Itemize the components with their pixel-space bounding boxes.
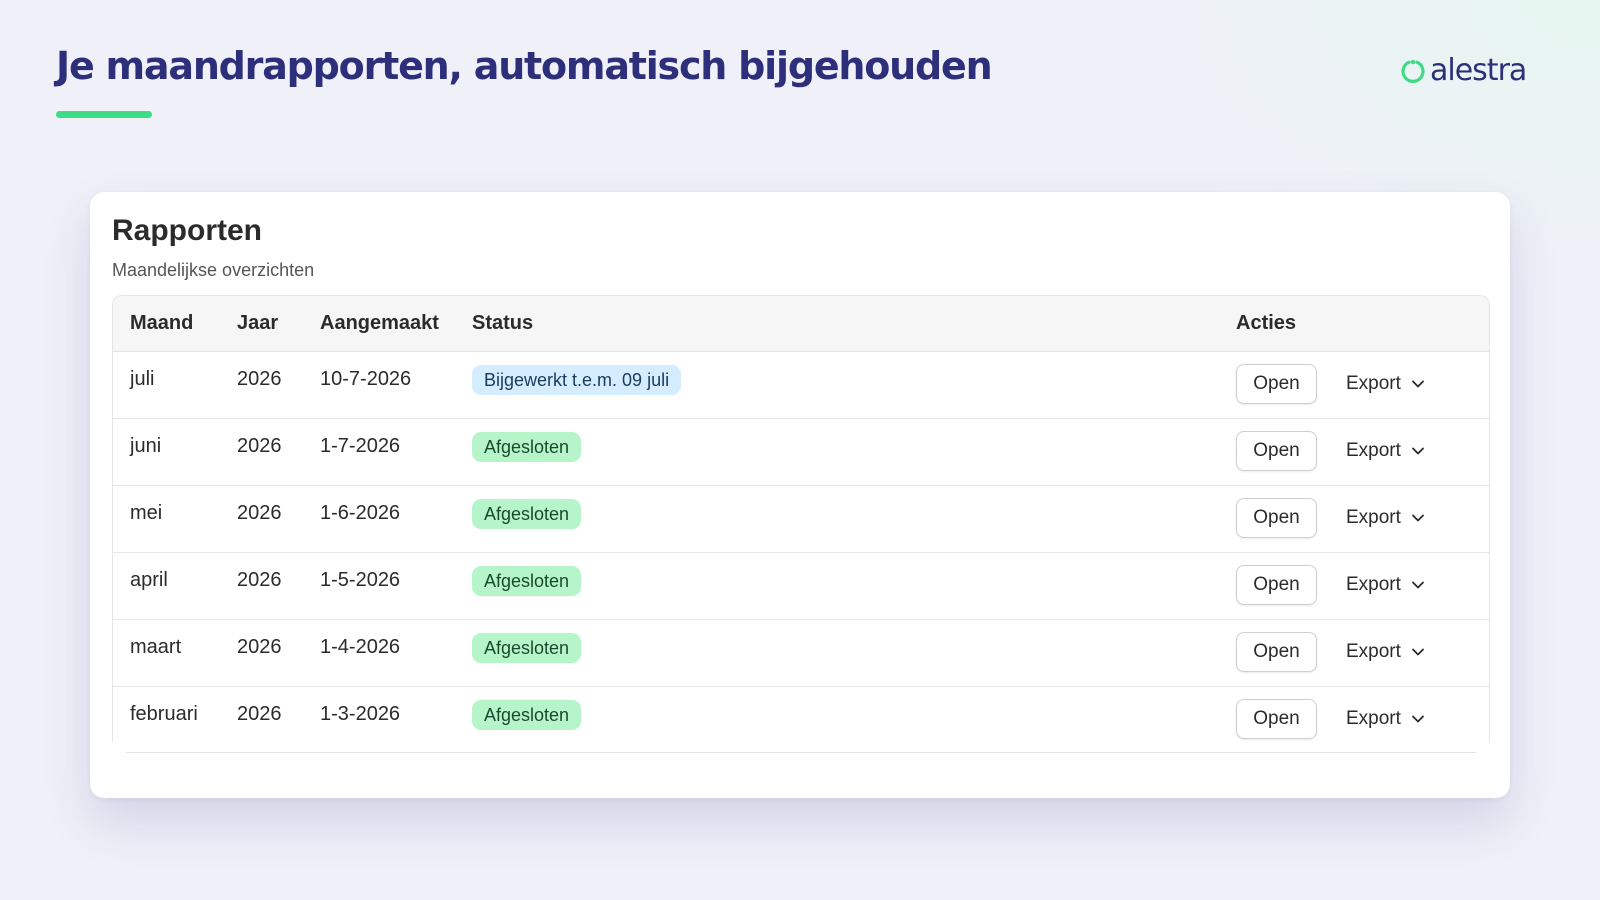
open-button[interactable]: Open (1236, 498, 1317, 538)
cell-year: 2026 (237, 502, 282, 524)
open-button[interactable]: Open (1236, 431, 1317, 471)
cell-created: 1-5-2026 (320, 569, 401, 591)
table-row: juli 2026 10-7-2026 Bijgewerkt t.e.m. 09… (113, 352, 1489, 419)
export-dropdown[interactable]: Export (1346, 699, 1425, 739)
open-button[interactable]: Open (1236, 565, 1317, 605)
status-badge: Afgesloten (472, 700, 582, 730)
cell-created: 1-4-2026 (320, 636, 401, 658)
cell-month: april (130, 569, 168, 591)
reports-table: Maand Jaar Aangemaakt Status Acties juli… (112, 295, 1490, 742)
table-row: april 2026 1-5-2026 Afgesloten Open Expo… (113, 553, 1489, 620)
cell-year: 2026 (237, 368, 282, 390)
export-dropdown[interactable]: Export (1346, 498, 1425, 538)
export-label: Export (1346, 574, 1401, 595)
export-label: Export (1346, 507, 1401, 528)
export-dropdown[interactable]: Export (1346, 431, 1425, 471)
title-underline (56, 111, 152, 118)
cell-month: juni (130, 435, 162, 457)
table-row: februari 2026 1-3-2026 Afgesloten Open E… (113, 687, 1489, 742)
brand-name: alestra (1430, 53, 1527, 88)
export-label: Export (1346, 373, 1401, 394)
open-button[interactable]: Open (1236, 632, 1317, 672)
chevron-down-icon (1412, 648, 1424, 656)
cell-year: 2026 (237, 435, 282, 457)
table-row: juni 2026 1-7-2026 Afgesloten Open Expor… (113, 419, 1489, 486)
header-actions: Acties (1236, 312, 1297, 334)
cell-created: 10-7-2026 (320, 368, 412, 390)
table-row: mei 2026 1-6-2026 Afgesloten Open Export (113, 486, 1489, 553)
table-row: maart 2026 1-4-2026 Afgesloten Open Expo… (113, 620, 1489, 687)
cell-created: 1-3-2026 (320, 703, 401, 725)
status-badge: Afgesloten (472, 566, 582, 596)
status-badge: Bijgewerkt t.e.m. 09 juli (472, 365, 682, 395)
status-badge: Afgesloten (472, 432, 582, 462)
export-label: Export (1346, 641, 1401, 662)
chevron-down-icon (1412, 380, 1424, 388)
cell-year: 2026 (237, 703, 282, 725)
cell-month: maart (130, 636, 182, 658)
cell-month: juli (130, 368, 155, 390)
header-status: Status (472, 312, 534, 334)
card-title: Rapporten (112, 214, 262, 247)
header-created: Aangemaakt (320, 312, 439, 334)
cell-created: 1-7-2026 (320, 435, 401, 457)
reports-card: Rapporten Maandelijkse overzichten Maand… (90, 192, 1510, 798)
brand-logo: alestra (1400, 53, 1527, 88)
chevron-down-icon (1412, 514, 1424, 522)
cell-year: 2026 (237, 569, 282, 591)
cell-created: 1-6-2026 (320, 502, 401, 524)
export-label: Export (1346, 440, 1401, 461)
status-badge: Afgesloten (472, 499, 582, 529)
export-dropdown[interactable]: Export (1346, 565, 1425, 605)
header-month: Maand (130, 312, 194, 334)
card-subtitle: Maandelijkse overzichten (112, 260, 315, 280)
alestra-logo-icon (1401, 59, 1425, 83)
chevron-down-icon (1412, 581, 1424, 589)
open-button[interactable]: Open (1236, 364, 1317, 404)
status-badge: Afgesloten (472, 633, 582, 663)
cell-year: 2026 (237, 636, 282, 658)
open-button[interactable]: Open (1236, 699, 1317, 739)
chevron-down-icon (1412, 447, 1424, 455)
header-year: Jaar (237, 312, 279, 334)
page-title: Je maandrapporten, automatisch bijgehoud… (56, 44, 993, 88)
export-dropdown[interactable]: Export (1346, 632, 1425, 672)
chevron-down-icon (1412, 715, 1424, 723)
table-divider (126, 752, 1476, 753)
table-header: Maand Jaar Aangemaakt Status Acties (113, 296, 1489, 352)
export-label: Export (1346, 708, 1401, 729)
export-dropdown[interactable]: Export (1346, 364, 1425, 404)
cell-month: februari (130, 703, 198, 725)
cell-month: mei (130, 502, 163, 524)
